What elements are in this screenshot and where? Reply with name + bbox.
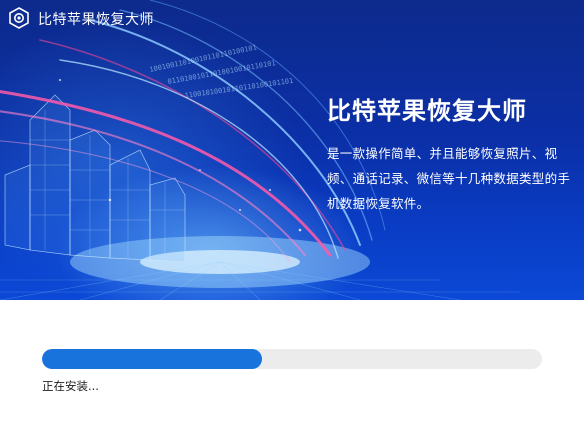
app-title: 比特苹果恢复大师 [38, 12, 154, 28]
hero-title: 比特苹果恢复大师 [327, 97, 527, 125]
svg-text:11001010010110110100101101: 11001010010110110100101101 [184, 77, 294, 100]
header-banner: 10010011010010110110100101 0110100101101… [0, 0, 584, 300]
install-progress-bar [42, 349, 542, 369]
install-status-text: 正在安装... [42, 379, 99, 393]
hero-description: 是一款操作简单、并且能够恢复照片、视频、通话记录、微信等十几种数据类型的手机数据… [327, 146, 571, 211]
install-progress-fill [42, 349, 262, 369]
title-bar: 比特苹果恢复大师 [0, 0, 584, 36]
app-logo-icon [8, 7, 30, 29]
